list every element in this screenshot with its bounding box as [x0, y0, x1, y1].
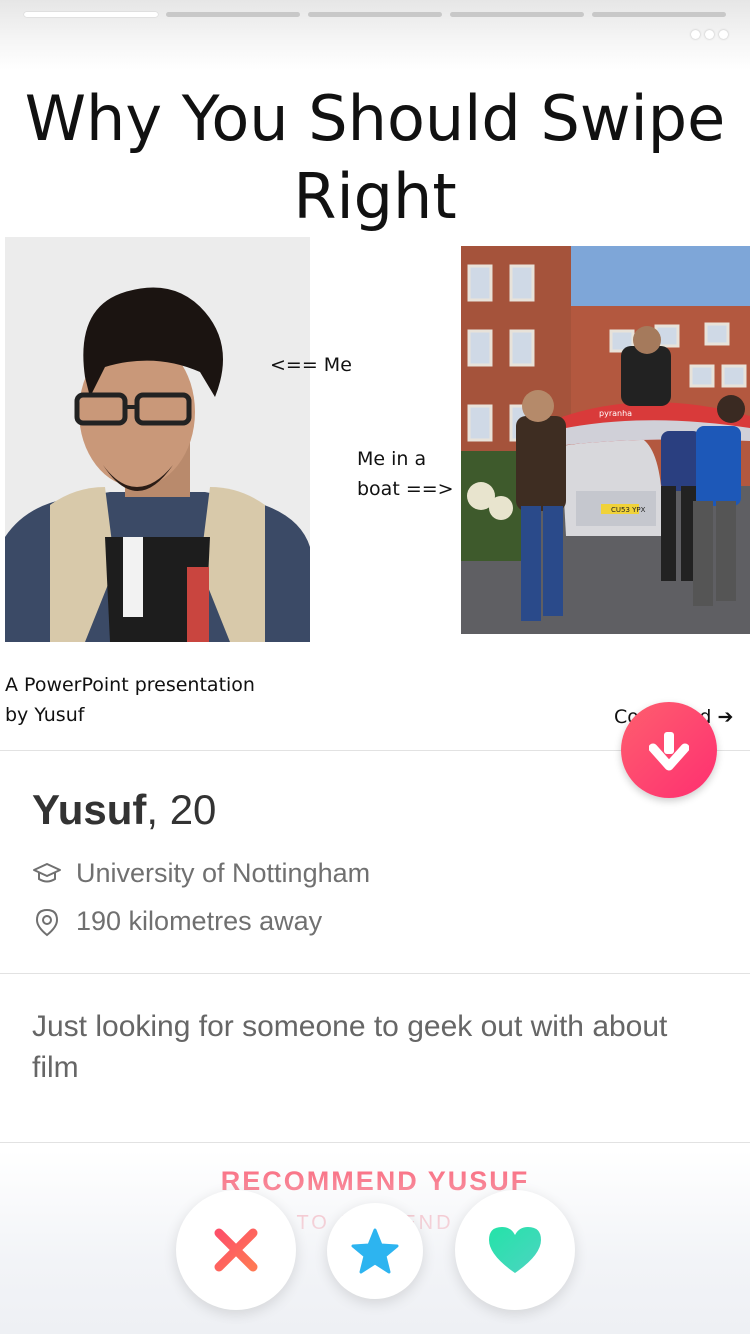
ellipsis-icon[interactable] — [691, 30, 728, 39]
boat-picture: pyranha CU53 YPX — [461, 246, 750, 634]
like-button[interactable] — [455, 1190, 575, 1310]
photo-top-shade — [0, 0, 750, 70]
progress-segment-1[interactable] — [24, 12, 158, 17]
bio-text: Just looking for someone to geek out wit… — [32, 1010, 668, 1084]
profile-photo[interactable]: Why You Should Swipe Right <== Me Me in … — [0, 0, 750, 750]
profile-age: 20 — [169, 786, 217, 833]
profile-name-age: Yusuf, 20 — [32, 786, 216, 834]
progress-segment-2[interactable] — [166, 12, 300, 17]
photo-progress-bar — [24, 12, 726, 17]
caption-ppt-line1: A PowerPoint presentation — [5, 674, 255, 696]
kayak-brand-text: pyranha — [599, 409, 632, 418]
collapse-profile-button[interactable] — [621, 702, 717, 798]
bio-divider — [0, 1142, 750, 1143]
distance-text: 190 kilometres away — [76, 906, 323, 936]
super-like-button[interactable] — [327, 1203, 423, 1299]
heart-icon — [489, 1227, 541, 1273]
name-comma: , — [146, 786, 170, 833]
recommend-button[interactable]: RECOMMEND YUSUF — [0, 1166, 750, 1197]
slide-title-line1: Why You Should Swipe — [24, 82, 726, 155]
portrait-picture — [5, 237, 310, 642]
arrow-down-icon — [649, 732, 689, 771]
caption-boat: Me in a boat ==> — [357, 444, 467, 504]
graduation-cap-icon — [33, 862, 61, 882]
caption-me: <== Me — [270, 354, 352, 376]
progress-segment-3[interactable] — [308, 12, 442, 17]
caption-boat-line2: boat ==> — [357, 478, 454, 500]
x-icon — [214, 1228, 258, 1272]
caption-presentation: A PowerPoint presentation by Yusuf — [5, 670, 305, 730]
caption-boat-line1: Me in a — [357, 448, 427, 470]
slide-title: Why You Should Swipe Right — [0, 80, 750, 236]
slide-title-line2: Right — [293, 160, 457, 233]
star-icon — [351, 1228, 399, 1274]
distance-row: 190 kilometres away — [32, 906, 322, 937]
arrow-right-icon: ➔ — [717, 706, 734, 728]
location-pin-icon — [35, 908, 59, 936]
nope-button[interactable] — [176, 1190, 296, 1310]
plate-text: CU53 YPX — [611, 506, 646, 514]
caption-ppt-line2: by Yusuf — [5, 704, 85, 726]
school-text: University of Nottingham — [76, 858, 371, 888]
progress-segment-5[interactable] — [592, 12, 726, 17]
school-row: University of Nottingham — [32, 858, 370, 889]
profile-name: Yusuf — [32, 786, 147, 833]
info-divider — [0, 973, 750, 974]
progress-segment-4[interactable] — [450, 12, 584, 17]
